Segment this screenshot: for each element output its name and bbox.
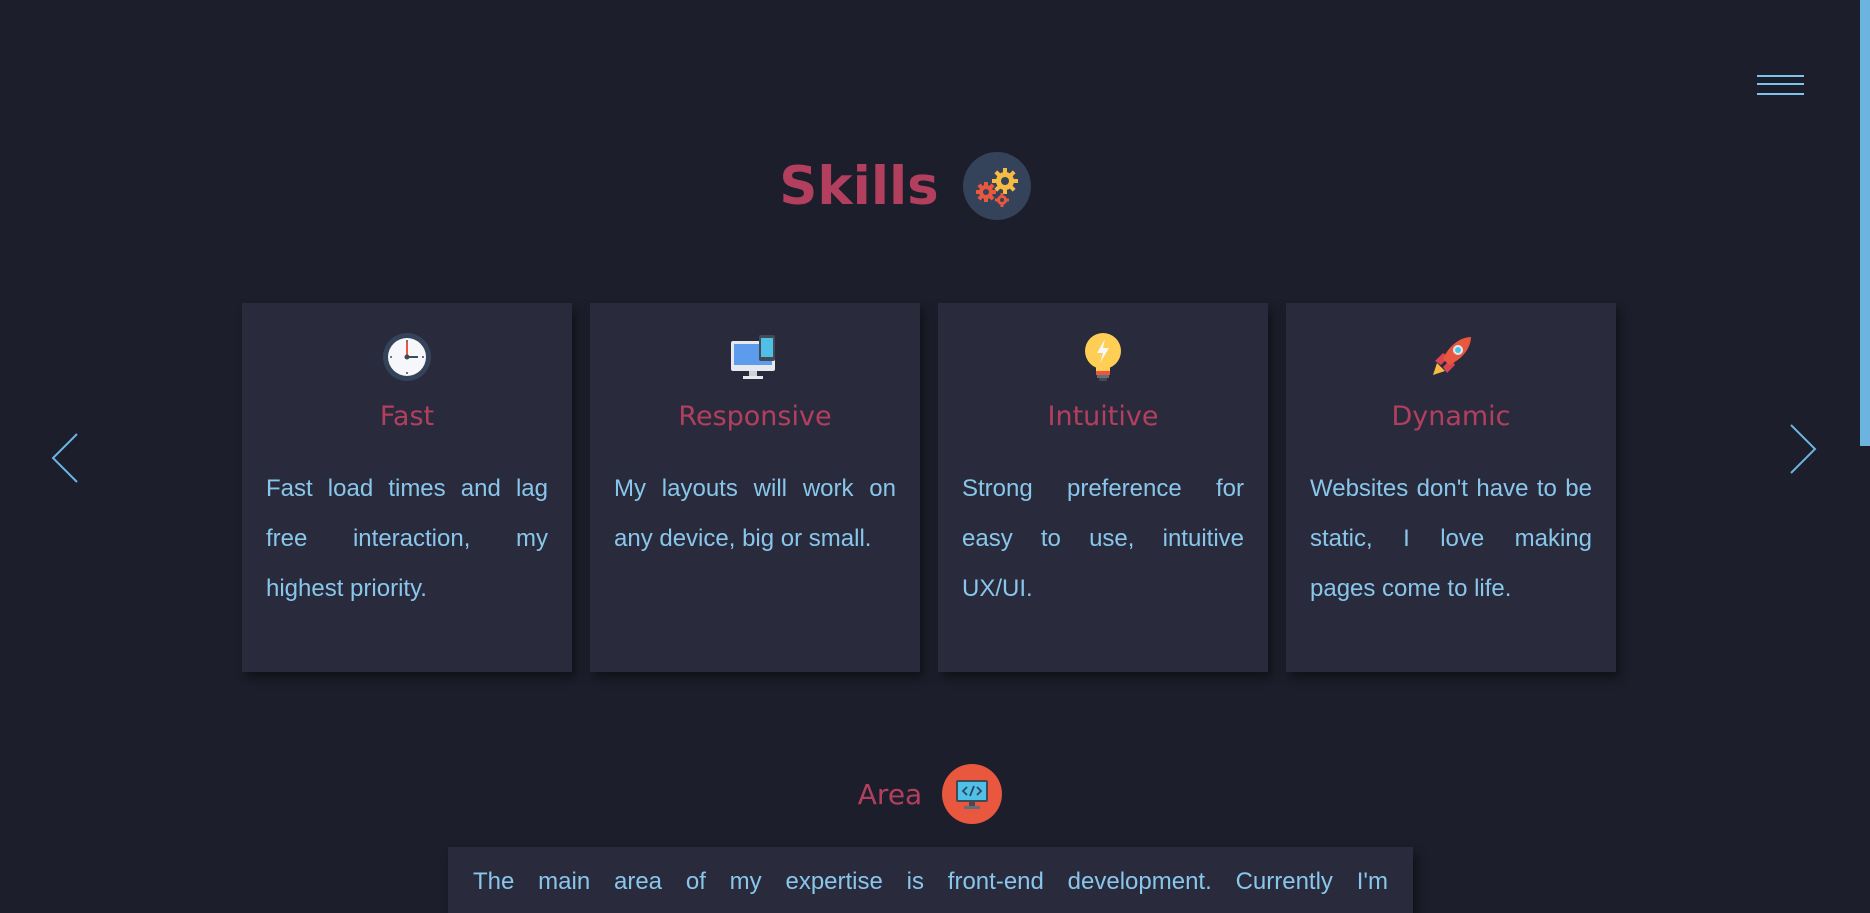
lightbulb-icon (1077, 331, 1129, 383)
skill-card-intuitive: Intuitive Strong preference for easy to … (938, 303, 1268, 672)
skill-card-text: Websites don't have to be static, I love… (1310, 475, 1592, 602)
skill-card-responsive: Responsive My layouts will work on any d… (590, 303, 920, 672)
area-header: Area (0, 763, 1870, 825)
carousel-prev-button[interactable] (50, 432, 80, 490)
skill-card-title: Dynamic (1391, 401, 1511, 432)
skills-title: Skills (779, 155, 939, 217)
gears-icon (962, 152, 1031, 220)
skill-card-title: Intuitive (1047, 401, 1159, 432)
area-description: The main area of my expertise is front-e… (473, 868, 1388, 895)
skills-header: Skills (0, 148, 1870, 224)
area-description-box: The main area of my expertise is front-e… (448, 847, 1413, 913)
skill-card-fast: Fast Fast load times and lag free intera… (242, 303, 572, 672)
area-title: Area (857, 777, 923, 811)
devices-icon (729, 331, 781, 383)
skill-card-dynamic: Dynamic Websites don't have to be static… (1286, 303, 1616, 672)
chevron-right-icon (1790, 424, 1817, 474)
clock-icon (381, 331, 433, 383)
skill-card-title: Responsive (678, 401, 832, 432)
chevron-left-icon (51, 433, 78, 483)
hamburger-line (1757, 83, 1804, 85)
rocket-icon (1425, 331, 1477, 383)
code-monitor-icon (942, 764, 1003, 824)
hamburger-line (1757, 93, 1804, 95)
skill-card-text: Fast load times and lag free interaction… (266, 475, 548, 602)
skills-carousel: Fast Fast load times and lag free intera… (242, 303, 1616, 672)
skill-card-text: Strong preference for easy to use, intui… (962, 475, 1244, 602)
skill-card-text: My layouts will work on any device, big … (614, 475, 896, 552)
skill-card-title: Fast (379, 401, 435, 432)
page: Skills Fast Fast load times and lag free… (0, 0, 1870, 913)
hamburger-menu-icon[interactable] (1757, 73, 1805, 97)
carousel-next-button[interactable] (1788, 423, 1818, 481)
hamburger-line (1757, 75, 1804, 77)
